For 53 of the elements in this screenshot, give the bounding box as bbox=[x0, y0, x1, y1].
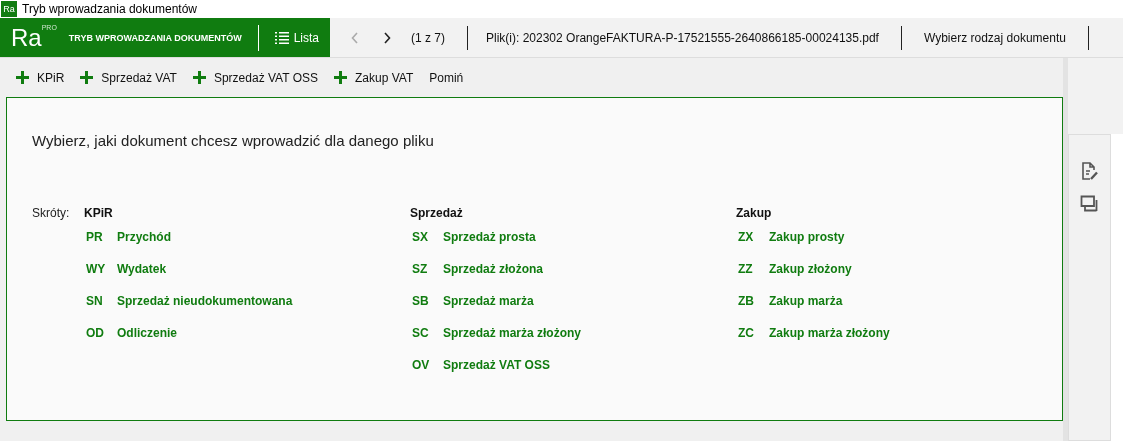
shortcut-code: ZB bbox=[737, 294, 755, 310]
plus-icon bbox=[334, 71, 347, 84]
plus-icon bbox=[192, 71, 206, 84]
prompt-text: Wybierz, jaki dokument chcesz wprowadzić dla danego pliku bbox=[32, 132, 435, 149]
shortcut-link[interactable]: Zakup złożony bbox=[769, 262, 852, 294]
shortcut-code: PR bbox=[85, 230, 104, 246]
shortcuts-label: Skróty: bbox=[32, 206, 71, 222]
mode-title: TRYB WPROWADZANIA DOKUMENTÓW bbox=[68, 32, 242, 43]
app-icon: Ra bbox=[1, 1, 17, 17]
shortcut-link[interactable]: Przychód bbox=[117, 230, 171, 262]
file-name: Plik(i): 202302 OrangeFAKTURA-P-17521555-2640866185-00024135.pdf bbox=[486, 30, 879, 45]
add-button[interactable]: Zakup VAT bbox=[334, 70, 414, 85]
shortcut-code: ZC bbox=[737, 326, 755, 342]
page-counter: (1 z 7) bbox=[411, 30, 445, 45]
document-type-button[interactable]: Wybierz rodzaj dokumentu bbox=[923, 30, 1066, 45]
group-heading: Zakup bbox=[736, 206, 773, 222]
plus-icon bbox=[16, 71, 29, 84]
shortcut-code: SN bbox=[85, 294, 104, 310]
shortcut-code: SB bbox=[411, 294, 430, 310]
comments-icon[interactable] bbox=[1080, 195, 1099, 213]
chevron-left-icon bbox=[351, 31, 359, 44]
shortcut-code: OV bbox=[411, 358, 431, 374]
shortcut-link[interactable]: Zakup marża bbox=[769, 294, 843, 326]
shortcut-link[interactable]: Sprzedaż prosta bbox=[443, 230, 536, 262]
plus-icon bbox=[80, 71, 94, 84]
shortcut-link[interactable]: Sprzedaż złożona bbox=[443, 262, 543, 294]
shortcut-link[interactable]: Odliczenie bbox=[117, 326, 178, 358]
chevron-right-icon bbox=[383, 31, 391, 44]
list-button[interactable]: Lista bbox=[274, 30, 320, 45]
shortcut-link[interactable]: Sprzedaż marża złożony bbox=[443, 326, 582, 358]
shortcut-link[interactable]: Sprzedaż nieudokumentowana bbox=[117, 294, 293, 326]
shortcut-code: WY bbox=[85, 262, 107, 278]
edit-document-icon[interactable] bbox=[1080, 162, 1099, 181]
shortcut-link[interactable]: Wydatek bbox=[117, 262, 167, 294]
shortcut-link[interactable]: Zakup marża złożony bbox=[769, 326, 890, 358]
toolbar-button[interactable]: Pomiń bbox=[429, 70, 464, 85]
window-title: Tryb wprowadzania dokumentów bbox=[22, 2, 197, 16]
shortcut-code: SC bbox=[411, 326, 430, 342]
logo: Ra$^{PRO}$ bbox=[11, 25, 57, 50]
shortcut-code: SZ bbox=[411, 262, 429, 278]
add-button[interactable]: Sprzedaż VAT bbox=[80, 70, 177, 85]
add-button[interactable]: KPiR bbox=[16, 70, 65, 85]
shortcut-code: ZX bbox=[737, 230, 755, 246]
shortcut-code: SX bbox=[411, 230, 429, 246]
shortcut-link[interactable]: Zakup prosty bbox=[769, 230, 845, 262]
shortcut-code: OD bbox=[85, 326, 105, 342]
shortcut-link[interactable]: Sprzedaż marża bbox=[443, 294, 534, 326]
add-button[interactable]: Sprzedaż VAT OSS bbox=[192, 70, 318, 85]
shortcut-link[interactable]: Sprzedaż VAT OSS bbox=[443, 358, 550, 390]
group-heading: KPiR bbox=[84, 206, 114, 222]
shortcut-code: ZZ bbox=[737, 262, 754, 278]
group-heading: Sprzedaż bbox=[410, 206, 464, 222]
list-icon bbox=[274, 31, 289, 44]
